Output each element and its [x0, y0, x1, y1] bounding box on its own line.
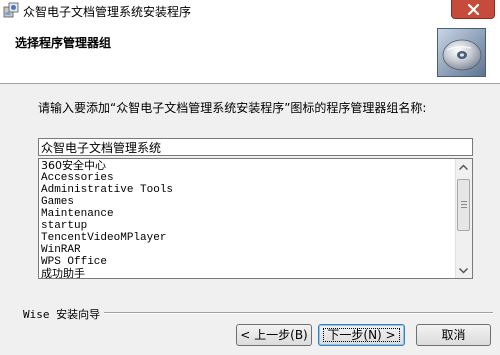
close-button[interactable]: [451, 0, 495, 19]
focus-indicator: [323, 328, 400, 342]
wizard-label: Wise 安装向导: [23, 306, 105, 322]
scrollbar-thumb[interactable]: [457, 179, 470, 231]
list-item[interactable]: Accessories: [41, 172, 453, 184]
page-title: 选择程序管理器组: [15, 36, 112, 50]
title-bar: 众智电子文档管理系统安装程序: [0, 0, 500, 21]
scroll-down-arrow-icon[interactable]: [459, 267, 468, 274]
cancel-button[interactable]: 取消: [416, 324, 491, 346]
header-panel: 选择程序管理器组: [0, 21, 500, 84]
list-item[interactable]: Administrative Tools: [41, 184, 453, 196]
list-item[interactable]: 360安全中心: [41, 160, 453, 172]
instruction-text: 请输入要添加“众智电子文档管理系统安装程序”图标的程序管理器组名称:: [38, 101, 427, 115]
list-item[interactable]: Maintenance: [41, 208, 453, 220]
list-item[interactable]: TencentVideoMPlayer: [41, 232, 453, 244]
list-item[interactable]: Games: [41, 196, 453, 208]
list-item[interactable]: WinRAR: [41, 244, 453, 256]
program-group-list[interactable]: 360安全中心 Accessories Administrative Tools…: [38, 158, 473, 279]
vertical-scrollbar[interactable]: [455, 159, 472, 278]
list-item[interactable]: startup: [41, 220, 453, 232]
window-title: 众智电子文档管理系统安装程序: [23, 5, 192, 19]
cd-disc-icon: [437, 28, 486, 77]
group-list-items: 360安全中心 Accessories Administrative Tools…: [41, 160, 453, 279]
close-icon: [467, 4, 480, 15]
scroll-up-arrow-icon[interactable]: [459, 164, 468, 171]
list-item[interactable]: WPS Office: [41, 256, 453, 268]
group-name-input[interactable]: [38, 138, 473, 156]
installer-app-icon: [3, 2, 19, 18]
list-item[interactable]: 成功助手: [41, 268, 453, 279]
back-button[interactable]: < 上一步(B): [236, 324, 312, 346]
next-button[interactable]: 下一步(N) >: [318, 324, 405, 346]
